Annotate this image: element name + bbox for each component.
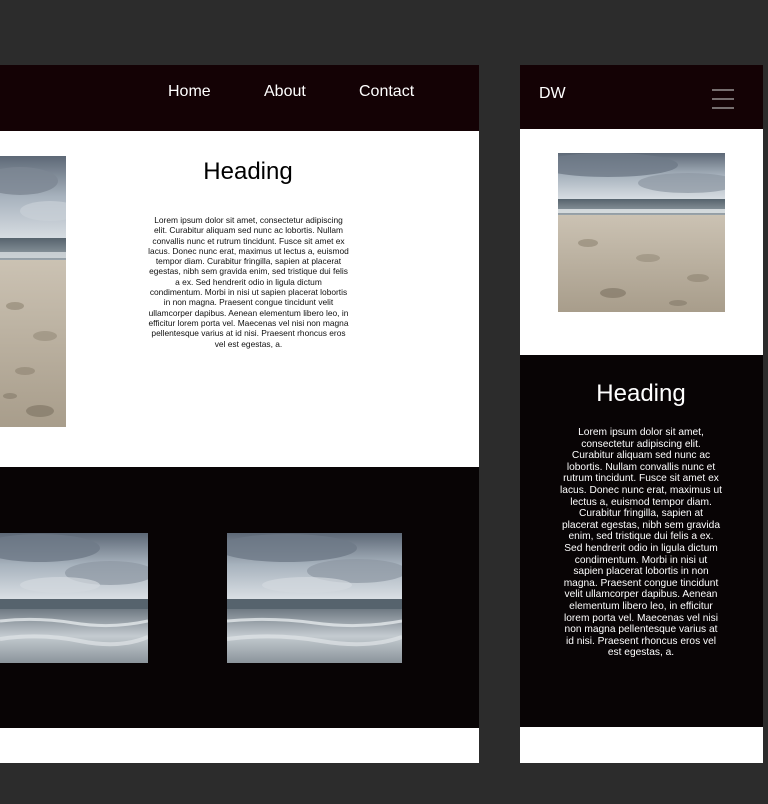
site-logo[interactable]: DW xyxy=(539,84,566,104)
hero-heading: Heading xyxy=(203,158,293,185)
mobile-frame: DW Heading Lorem ipsum dolor sit amet, c… xyxy=(520,65,763,763)
mobile-beach-image xyxy=(558,153,725,312)
gallery-ocean-image-2 xyxy=(227,533,402,663)
mobile-heading: Heading xyxy=(596,380,686,407)
hamburger-menu-icon[interactable] xyxy=(712,88,734,110)
hero-body-text: Lorem ipsum dolor sit amet, consectetur … xyxy=(148,215,349,349)
desktop-nav-bar: Home About Contact xyxy=(0,65,479,131)
mobile-nav-bar: DW xyxy=(520,65,763,129)
hero-beach-image xyxy=(0,156,66,427)
nav-link-about[interactable]: About xyxy=(264,82,306,102)
nav-link-contact[interactable]: Contact xyxy=(359,82,414,102)
mobile-body-text: Lorem ipsum dolor sit amet, consectetur … xyxy=(560,427,722,659)
nav-link-home[interactable]: Home xyxy=(168,82,211,102)
gallery-ocean-image-1 xyxy=(0,533,148,663)
desktop-frame: Home About Contact Heading Lorem ipsum d… xyxy=(0,65,479,763)
